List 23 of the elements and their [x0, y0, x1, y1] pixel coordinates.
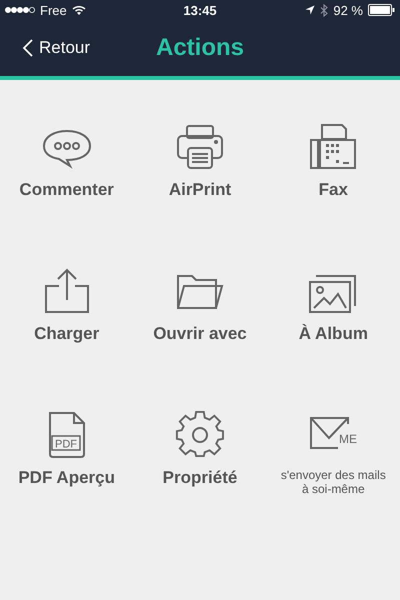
chevron-left-icon	[22, 39, 33, 57]
location-icon	[305, 5, 316, 15]
action-button[interactable]: ME s'envoyer des mails à soi-même	[266, 410, 400, 516]
fax-machine-icon	[308, 122, 358, 172]
action-button[interactable]: Charger	[0, 266, 134, 372]
action-button[interactable]: À Album	[266, 266, 400, 372]
action-button[interactable]: Propriété	[133, 410, 267, 516]
battery-icon	[368, 4, 395, 16]
action-button[interactable]: Fax	[266, 122, 400, 228]
bluetooth-icon	[320, 4, 328, 16]
action-button[interactable]: Commenter	[0, 122, 134, 228]
battery-percent: 92 %	[333, 2, 363, 18]
printer-icon	[174, 122, 225, 172]
wifi-icon	[72, 5, 86, 15]
carrier-name: Free	[40, 2, 67, 18]
clock-time: 13:45	[183, 2, 217, 18]
action-button[interactable]: AirPrint	[133, 122, 267, 228]
settings-icon	[174, 410, 225, 460]
signal-icon	[5, 6, 35, 14]
back-button[interactable]: Retour	[0, 38, 90, 58]
action-button[interactable]: Ouvrir avec	[133, 266, 267, 372]
screen-title: Actions	[156, 34, 244, 62]
action-button[interactable]: PDF PDF Aperçu	[0, 410, 134, 516]
